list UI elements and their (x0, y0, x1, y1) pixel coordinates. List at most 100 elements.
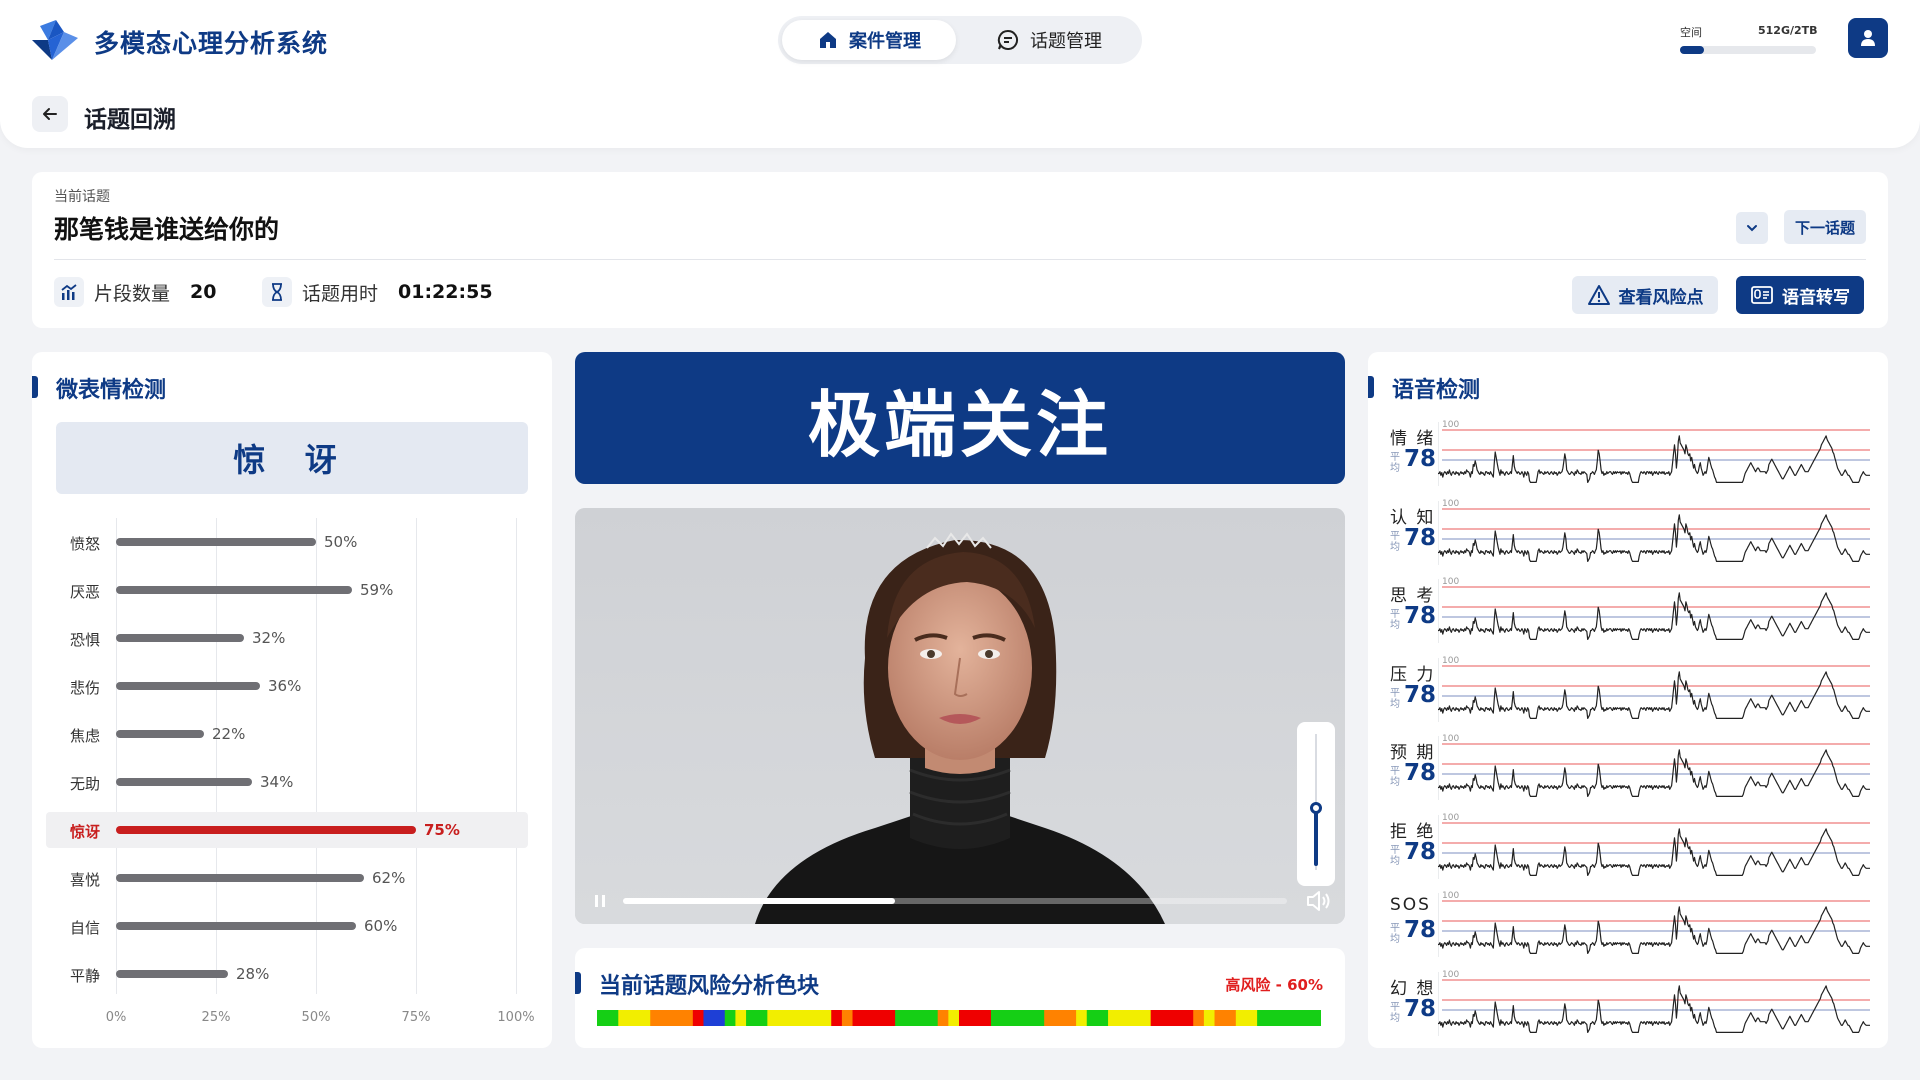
speech-waveform-chart: 100 (1438, 656, 1870, 722)
waveform-line (1438, 749, 1870, 798)
risk-block (1203, 1010, 1216, 1026)
expression-bar-row: 无助 34% (46, 764, 528, 800)
expression-bar-row: 惊讶 75% (46, 812, 528, 848)
video-progress-bar[interactable] (623, 898, 1287, 904)
risk-block (959, 1010, 992, 1026)
nav-tab-topic-management[interactable]: 话题管理 (974, 20, 1124, 60)
volume-slider[interactable] (1297, 722, 1335, 886)
app-title: 多模态心理分析系统 (94, 29, 329, 58)
volume-knob[interactable] (1310, 802, 1322, 814)
video-player[interactable] (575, 508, 1345, 924)
expression-bar (116, 970, 228, 978)
chart-max-label: 100 (1442, 656, 1459, 666)
chart-max-label: 100 (1442, 891, 1459, 901)
waveform-line (1438, 906, 1870, 955)
risk-block (852, 1010, 896, 1026)
micro-expression-panel: 微表情检测 惊 讶 0% 25% 50% 75% 100% 愤怒 50% 厌恶 59% 恐惧 32%… (32, 352, 552, 1048)
app-logo-icon (32, 20, 78, 60)
storage-value: 512G/2TB (1758, 24, 1818, 37)
chevron-down-icon (1747, 225, 1757, 232)
expression-percent: 32% (252, 629, 286, 647)
expression-label: 厌恶 (70, 583, 101, 601)
expression-bar-row: 平静 28% (46, 956, 528, 992)
chat-icon (997, 29, 1018, 50)
expression-percent: 62% (372, 869, 406, 887)
expression-label: 悲伤 (70, 679, 101, 697)
expression-bar-row: 自信 60% (46, 908, 528, 944)
speech-metric-row: 情 绪平均 78 100 (1390, 418, 1870, 496)
topic-label: 当前话题 (54, 189, 110, 205)
pause-icon (595, 895, 605, 907)
expression-label: 愤怒 (70, 535, 101, 553)
expression-percent: 60% (364, 917, 398, 935)
storage-bar (1680, 46, 1816, 54)
expression-label: 喜悦 (70, 871, 101, 889)
risk-block (895, 1010, 939, 1026)
risk-block (1257, 1010, 1321, 1026)
speech-metric-row: 思 考平均 78 100 (1390, 575, 1870, 653)
risk-block (948, 1010, 960, 1026)
expression-percent: 75% (424, 821, 460, 839)
expression-bar-row: 恐惧 32% (46, 620, 528, 656)
micro-expression-title: 微表情检测 (56, 378, 167, 403)
expression-bar (116, 538, 316, 546)
speech-metric-score: 78 (1404, 917, 1437, 943)
waveform-line (1438, 592, 1870, 641)
expression-bar (116, 634, 244, 642)
main-nav: 案件管理 话题管理 (778, 16, 1142, 64)
risk-block (1150, 1010, 1194, 1026)
nav-tab-case-management[interactable]: 案件管理 (782, 20, 956, 60)
segment-count-value: 20 (190, 281, 217, 303)
expression-bar (116, 826, 416, 834)
speech-metric-score: 78 (1404, 603, 1437, 629)
risk-block (703, 1010, 726, 1026)
topic-dropdown-button[interactable] (1736, 212, 1768, 244)
axis-tick-label: 50% (301, 1010, 331, 1025)
waveform-line (1438, 670, 1870, 719)
risk-analysis-panel: 当前话题风险分析色块 高风险 - 60% (575, 948, 1345, 1048)
speech-waveform-chart: 100 (1438, 420, 1870, 486)
waveform-line (1438, 827, 1870, 876)
speech-waveform-chart: 100 (1438, 577, 1870, 643)
attention-banner: 极端关注 (575, 352, 1345, 484)
pause-button[interactable] (589, 890, 611, 912)
speech-metric-row: 幻 想平均 78 100 (1390, 968, 1870, 1046)
expression-bar-row: 焦虑 22% (46, 716, 528, 752)
expression-label: 平静 (70, 967, 101, 985)
view-risk-points-label: 查看风险点 (1618, 287, 1704, 308)
speech-metric-label: SOS (1390, 895, 1431, 915)
next-topic-button[interactable]: 下一话题 (1784, 210, 1866, 244)
risk-analysis-title: 当前话题风险分析色块 (599, 974, 820, 999)
expression-bar (116, 778, 252, 786)
page-title: 话题回溯 (84, 107, 176, 133)
back-button[interactable] (32, 96, 68, 132)
axis-tick-label: 100% (497, 1010, 535, 1025)
speech-metric-score: 78 (1404, 760, 1437, 786)
risk-block (841, 1010, 854, 1026)
speech-transcribe-label: 语音转写 (1782, 287, 1850, 308)
expression-label: 自信 (70, 919, 101, 937)
speech-average-label: 平均 (1390, 452, 1400, 474)
speech-average-label: 平均 (1390, 1001, 1400, 1024)
speech-waveform-chart: 100 (1438, 891, 1870, 957)
waveform-line (1438, 435, 1870, 484)
speech-detection-title: 语音检测 (1392, 378, 1481, 403)
axis-tick-label: 25% (201, 1010, 231, 1025)
risk-block (692, 1010, 704, 1026)
view-risk-points-button[interactable]: 查看风险点 (1572, 276, 1718, 314)
user-button[interactable] (1848, 18, 1888, 58)
expression-bar (116, 682, 260, 690)
expression-percent: 34% (260, 773, 294, 791)
speech-transcribe-button[interactable]: 语音转写 (1736, 276, 1864, 314)
expression-bar (116, 874, 364, 882)
speech-metric-score: 78 (1404, 524, 1437, 551)
expression-bar (116, 730, 204, 738)
risk-block (1193, 1010, 1205, 1026)
video-progress-fill (623, 898, 896, 904)
speaker-icon[interactable] (1305, 888, 1331, 914)
speech-detection-panel: 语音检测 情 绪平均 78 100 认 知平均 78 100 思 考平均 78 100 压 力平均… (1368, 352, 1888, 1048)
speech-metric-row: SOS 平均 78 100 (1390, 889, 1870, 967)
expression-percent: 59% (360, 581, 394, 599)
speech-metric-score: 78 (1404, 446, 1437, 472)
risk-block (597, 1010, 619, 1026)
